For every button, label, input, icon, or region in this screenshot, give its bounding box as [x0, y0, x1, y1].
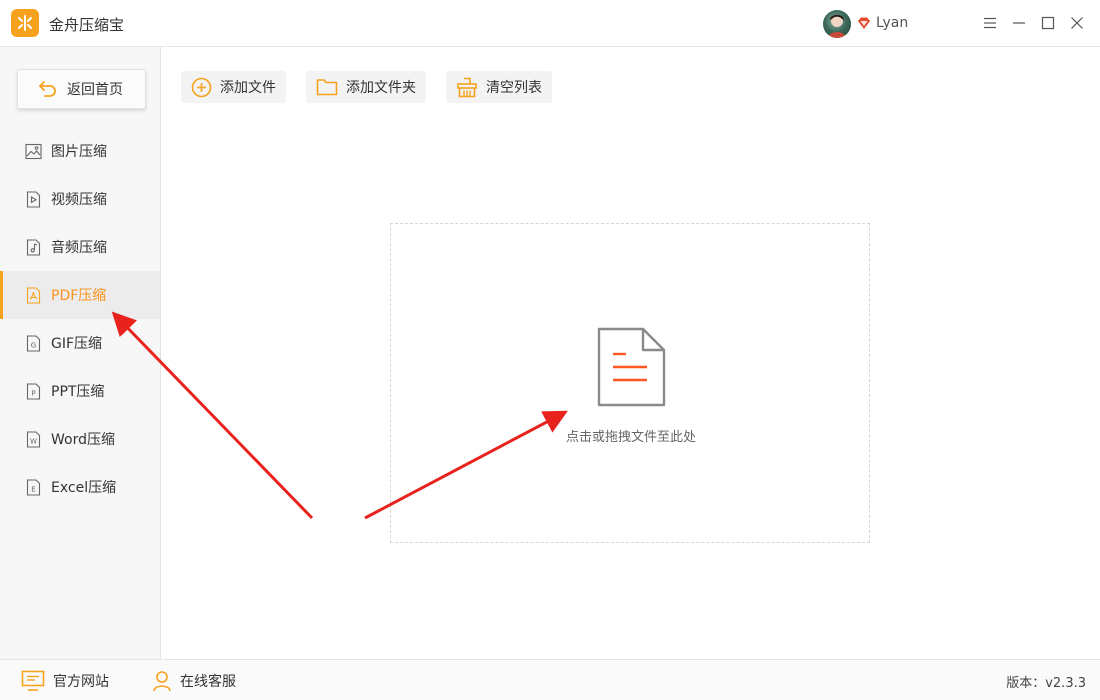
audio-icon [26, 238, 41, 256]
sidebar-item-label: Excel压缩 [51, 480, 117, 496]
sidebar-item-gif[interactable]: G GIF压缩 [0, 319, 160, 367]
image-icon [25, 143, 42, 159]
back-home-button[interactable]: 返回首页 [17, 69, 146, 109]
svg-text:P: P [31, 389, 35, 397]
excel-icon: E [26, 478, 41, 496]
sidebar-item-ppt[interactable]: P PPT压缩 [0, 367, 160, 415]
close-icon[interactable] [1066, 12, 1088, 34]
sidebar-item-excel[interactable]: E Excel压缩 [0, 463, 160, 511]
menu-icon[interactable] [979, 12, 1001, 34]
add-file-button[interactable]: 添加文件 [181, 71, 286, 103]
footer-bar: 官方网站 在线客服 版本：v2.3.3 [0, 659, 1100, 700]
clear-list-label: 清空列表 [486, 80, 542, 96]
svg-text:E: E [31, 485, 35, 493]
sidebar-item-label: 图片压缩 [51, 144, 107, 160]
official-website-link[interactable]: 官方网站 [21, 670, 109, 692]
back-home-label: 返回首页 [67, 82, 123, 98]
website-label: 官方网站 [53, 674, 109, 690]
add-file-label: 添加文件 [220, 80, 276, 96]
sidebar-item-label: GIF压缩 [51, 336, 103, 352]
sidebar-item-label: Word压缩 [51, 432, 115, 448]
return-arrow-icon [39, 81, 56, 97]
username[interactable]: Lyan [876, 15, 908, 31]
sidebar-item-label: PPT压缩 [51, 384, 105, 400]
clear-list-button[interactable]: 清空列表 [446, 71, 552, 103]
online-support-link[interactable]: 在线客服 [152, 670, 236, 692]
version-label: 版本：v2.3.3 [1006, 676, 1086, 691]
drop-hint-text: 点击或拖拽文件至此处 [565, 430, 696, 445]
sidebar-item-pdf[interactable]: PDF压缩 [0, 271, 160, 319]
word-icon: W [26, 430, 41, 448]
user-support-icon [153, 671, 171, 692]
plus-circle-icon [191, 77, 212, 97]
sidebar-item-image[interactable]: 图片压缩 [0, 127, 160, 175]
folder-icon [316, 79, 338, 96]
add-folder-label: 添加文件夹 [346, 80, 416, 96]
avatar[interactable] [823, 10, 851, 38]
minimize-icon[interactable] [1008, 12, 1030, 34]
add-folder-button[interactable]: 添加文件夹 [306, 71, 426, 103]
app-title: 金舟压缩宝 [49, 16, 125, 34]
sidebar-item-label: 音频压缩 [51, 240, 107, 256]
video-icon [26, 190, 41, 208]
vip-diamond-icon [858, 17, 870, 29]
sidebar: 返回首页 图片压缩 视频压缩 音频压缩 PDF压缩 G GIF压缩 P PPT压… [0, 47, 161, 659]
pdf-icon [26, 286, 41, 304]
svg-text:W: W [30, 437, 37, 445]
gif-icon: G [26, 334, 41, 352]
svg-text:G: G [31, 341, 36, 349]
sidebar-item-audio[interactable]: 音频压缩 [0, 223, 160, 271]
document-icon [597, 327, 666, 407]
sidebar-item-label: PDF压缩 [51, 288, 107, 304]
ppt-icon: P [26, 382, 41, 400]
support-label: 在线客服 [180, 674, 236, 690]
maximize-icon[interactable] [1037, 12, 1059, 34]
broom-basket-icon [457, 77, 477, 97]
title-bar: 金舟压缩宝 Lyan [0, 0, 1100, 47]
sidebar-item-label: 视频压缩 [51, 192, 107, 208]
app-logo-icon [11, 9, 39, 37]
file-drop-zone[interactable]: 点击或拖拽文件至此处 [390, 223, 870, 543]
monitor-icon [21, 670, 45, 691]
sidebar-item-word[interactable]: W Word压缩 [0, 415, 160, 463]
sidebar-item-video[interactable]: 视频压缩 [0, 175, 160, 223]
